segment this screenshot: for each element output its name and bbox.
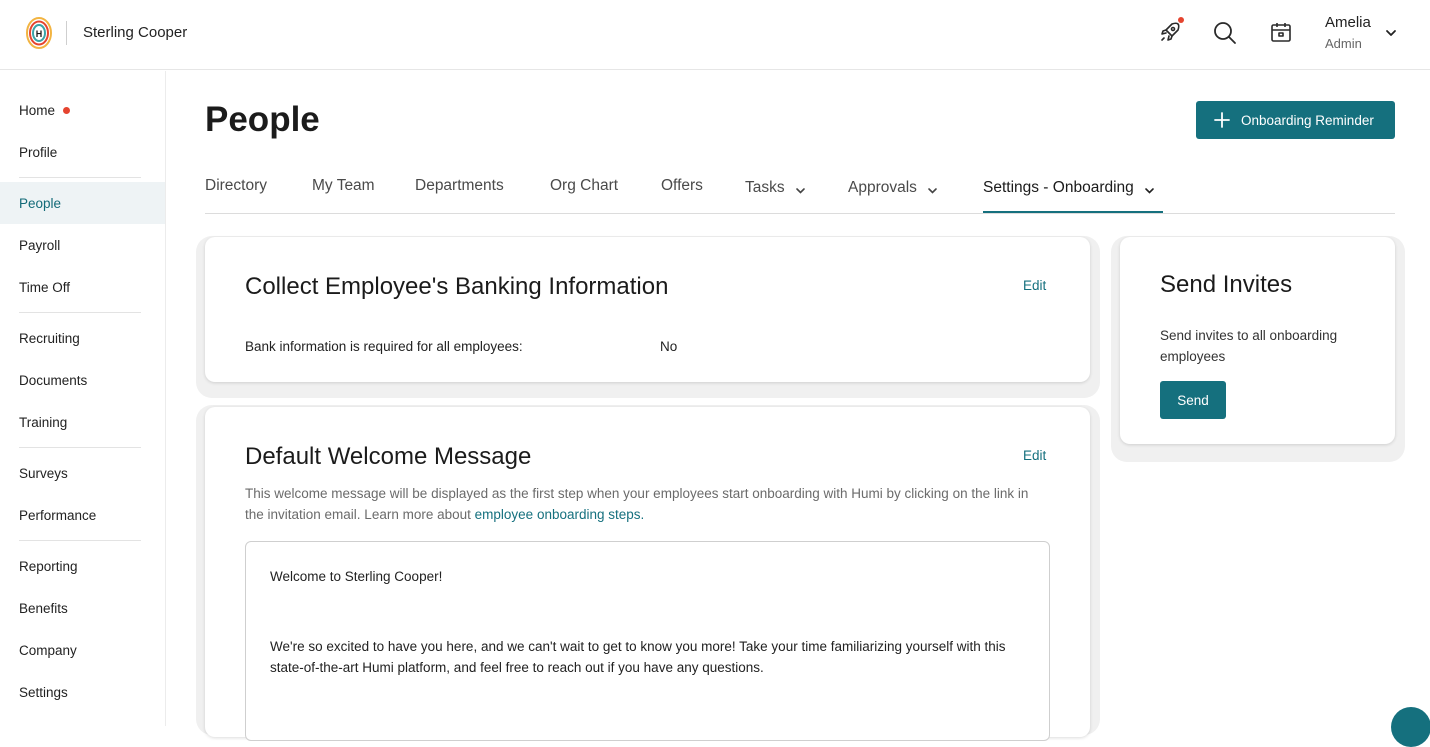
sidebar-item-performance[interactable]: Performance [0, 494, 165, 536]
sidebar-item-label: Performance [19, 507, 97, 523]
tab-label: Org Chart [550, 177, 619, 194]
sidebar-item-label: Time Off [19, 279, 71, 295]
help-chat-icon[interactable] [1391, 707, 1430, 747]
tab-label: Directory [205, 177, 268, 194]
user-role: Admin [1325, 36, 1362, 51]
banking-edit-link[interactable]: Edit [1023, 278, 1046, 293]
sidebar-item-settings[interactable]: Settings [0, 671, 165, 713]
tab-settings-onboarding[interactable]: Settings - Onboarding [983, 178, 1155, 198]
tab-departments[interactable]: Departments [415, 176, 504, 196]
sidebar: Home Profile People Payroll Time Off Rec… [0, 71, 166, 726]
sidebar-item-label: Profile [19, 144, 58, 160]
sidebar-item-benefits[interactable]: Benefits [0, 587, 165, 629]
sidebar-item-label: Benefits [19, 600, 68, 616]
tab-label: Tasks [745, 179, 785, 196]
button-label: Onboarding Reminder [1241, 112, 1374, 128]
tab-label: Settings - Onboarding [983, 179, 1134, 196]
tab-offers[interactable]: Offers [661, 176, 703, 196]
chevron-down-icon [1144, 183, 1155, 194]
message-body: We're so excited to have you here, and w… [270, 639, 1006, 675]
sidebar-item-label: Payroll [19, 237, 61, 253]
sidebar-divider [19, 447, 141, 448]
welcome-message-box[interactable]: Welcome to Sterling Cooper! We're so exc… [245, 541, 1050, 741]
chevron-down-icon [927, 183, 938, 194]
search-icon[interactable] [1212, 20, 1238, 46]
plus-icon [1214, 112, 1230, 128]
tab-my-team[interactable]: My Team [312, 176, 375, 196]
page-title: People [205, 100, 320, 139]
sidebar-item-home[interactable]: Home [0, 89, 165, 131]
sidebar-item-profile[interactable]: Profile [0, 131, 165, 173]
sidebar-item-recruiting[interactable]: Recruiting [0, 317, 165, 359]
banking-card-title: Collect Employee's Banking Information [245, 273, 669, 300]
active-tab-indicator [983, 211, 1163, 213]
svg-text:H: H [36, 29, 43, 39]
sidebar-item-label: Recruiting [19, 330, 80, 346]
notification-dot [1178, 17, 1184, 23]
sidebar-item-company[interactable]: Company [0, 629, 165, 671]
sidebar-divider [19, 312, 141, 313]
notification-dot [63, 106, 71, 114]
sidebar-item-label: Reporting [19, 558, 78, 574]
sidebar-item-training[interactable]: Training [0, 401, 165, 443]
tab-bar: Directory My Team Departments Org Chart … [205, 160, 1395, 214]
chevron-down-icon [795, 183, 806, 194]
bank-required-value: No [660, 339, 678, 354]
welcome-edit-link[interactable]: Edit [1023, 448, 1046, 463]
tab-label: Departments [415, 177, 504, 194]
sidebar-item-people[interactable]: People [0, 182, 165, 224]
tab-label: My Team [312, 177, 375, 194]
header-divider [66, 21, 67, 45]
welcome-description: This welcome message will be displayed a… [245, 483, 1045, 525]
sidebar-item-label: Company [19, 642, 77, 658]
sidebar-divider [19, 540, 141, 541]
user-name[interactable]: Amelia [1325, 14, 1371, 31]
tab-label: Approvals [848, 179, 917, 196]
onboarding-steps-link[interactable]: employee onboarding steps. [475, 507, 645, 522]
sidebar-item-label: Settings [19, 684, 68, 700]
sidebar-item-label: Documents [19, 372, 88, 388]
tab-tasks[interactable]: Tasks [745, 178, 806, 198]
send-invites-title: Send Invites [1160, 271, 1293, 298]
sidebar-item-documents[interactable]: Documents [0, 359, 165, 401]
chevron-down-icon[interactable] [1384, 26, 1398, 40]
welcome-card-title: Default Welcome Message [245, 443, 532, 470]
calendar-icon[interactable] [1269, 20, 1293, 44]
sidebar-item-payroll[interactable]: Payroll [0, 224, 165, 266]
sidebar-item-surveys[interactable]: Surveys [0, 452, 165, 494]
sidebar-item-time-off[interactable]: Time Off [0, 266, 165, 308]
tab-label: Offers [661, 177, 703, 194]
sidebar-divider [19, 177, 141, 178]
sidebar-item-label: Home [19, 102, 56, 118]
bank-required-label: Bank information is required for all emp… [245, 339, 523, 354]
tab-approvals[interactable]: Approvals [848, 178, 938, 198]
rocket-icon[interactable] [1158, 20, 1182, 44]
top-bar: H Sterling Cooper Amelia Admin [0, 0, 1430, 70]
sidebar-item-label: Training [19, 414, 68, 430]
onboarding-reminder-button[interactable]: Onboarding Reminder [1196, 101, 1395, 139]
send-invites-description: Send invites to all onboarding employees [1160, 328, 1338, 364]
send-button[interactable]: Send [1160, 381, 1226, 419]
banking-info-card [205, 237, 1090, 382]
message-greeting: Welcome to Sterling Cooper! [270, 569, 443, 584]
humi-logo-icon[interactable]: H [25, 16, 53, 50]
tab-org-chart[interactable]: Org Chart [550, 176, 618, 196]
company-name: Sterling Cooper [83, 24, 188, 41]
sidebar-item-label: People [19, 195, 62, 211]
tab-directory[interactable]: Directory [205, 176, 267, 196]
sidebar-item-reporting[interactable]: Reporting [0, 545, 165, 587]
sidebar-item-label: Surveys [19, 465, 68, 481]
